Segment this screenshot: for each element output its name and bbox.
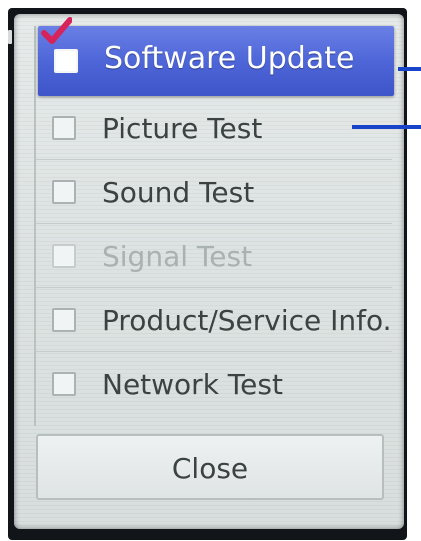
close-button[interactable]: Close [36,434,384,500]
checkbox-icon [52,244,76,268]
menu-item-label: Picture Test [102,112,263,145]
checkbox-icon[interactable] [52,180,76,204]
menu-item-product-service-info[interactable]: Product/Service Info. [36,288,392,352]
checkbox-icon[interactable] [52,116,76,140]
checkbox-icon[interactable] [52,308,76,332]
tv-screen-photo: Software Update Picture Test Sound Test … [0,0,421,541]
menu-item-label: Product/Service Info. [102,304,392,337]
menu-list: Software Update Picture Test Sound Test … [34,17,394,426]
close-button-label: Close [171,452,249,485]
menu-item-label: Software Update [104,41,355,76]
callout-line-software-update [398,67,421,71]
menu-item-signal-test: Signal Test [36,224,392,288]
customer-support-menu: Software Update Picture Test Sound Test … [14,14,404,529]
checkbox-icon[interactable] [54,49,78,73]
bezel-reflection [8,30,12,44]
menu-item-label: Signal Test [102,240,253,273]
menu-item-picture-test[interactable]: Picture Test [36,96,392,160]
menu-item-network-test[interactable]: Network Test [36,352,392,416]
menu-item-software-update[interactable]: Software Update [38,17,394,96]
menu-item-label: Network Test [102,368,283,401]
checkmark-icon [41,17,72,44]
callout-line-picture-test [352,125,421,129]
menu-item-sound-test[interactable]: Sound Test [36,160,392,224]
menu-item-label: Sound Test [102,176,255,209]
checkbox-icon[interactable] [52,372,76,396]
